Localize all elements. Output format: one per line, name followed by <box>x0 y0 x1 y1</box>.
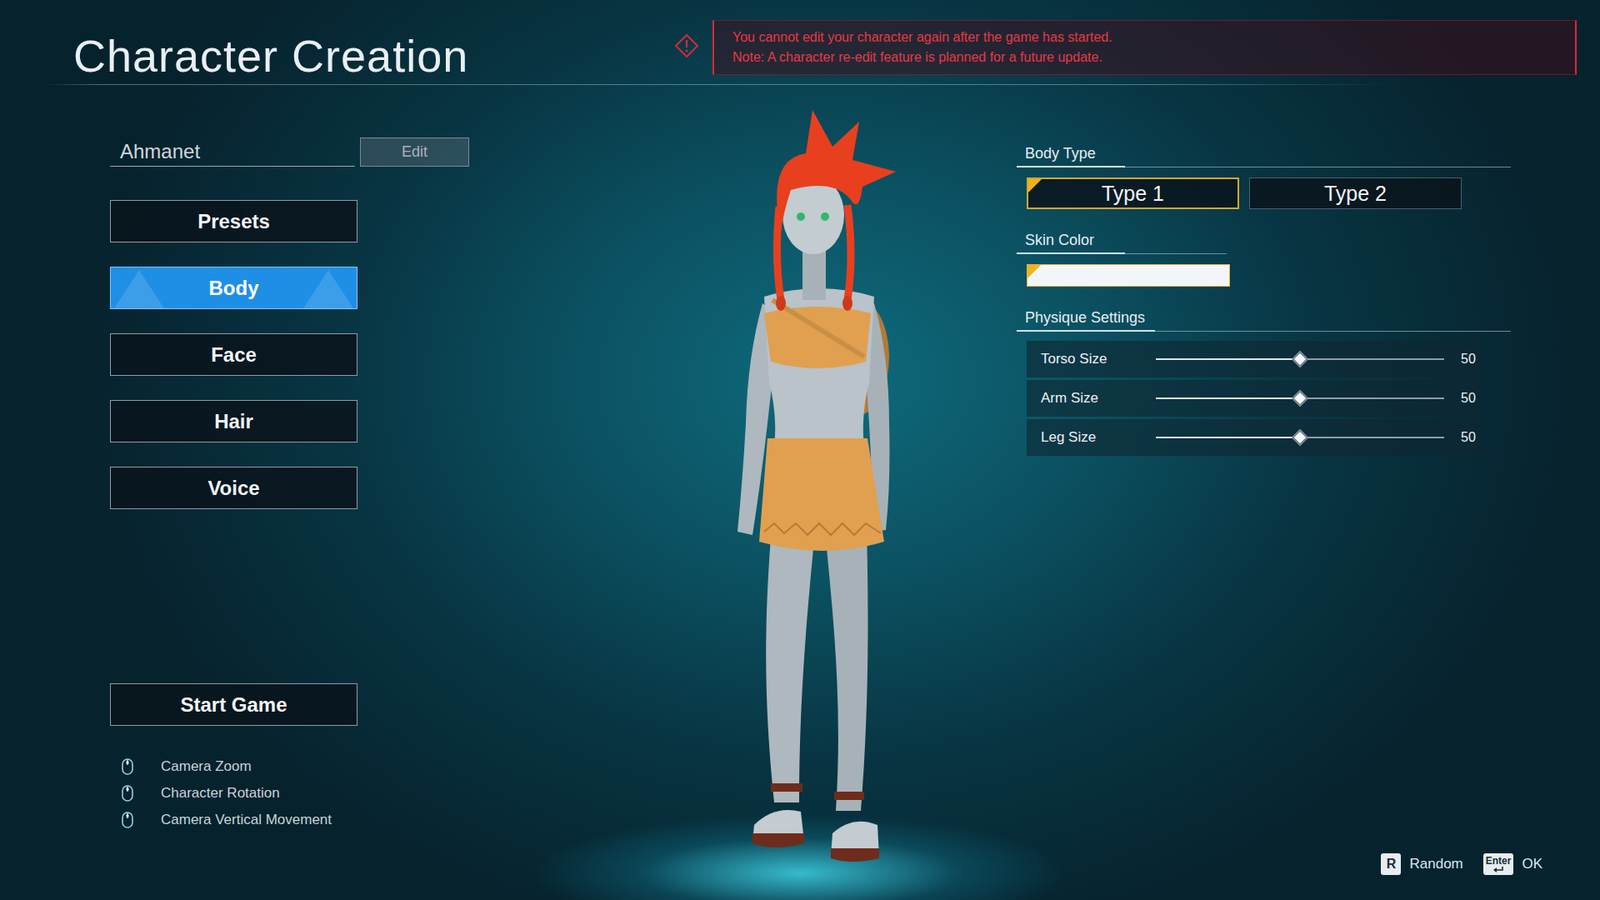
key-text: Enter <box>1485 855 1512 866</box>
keyboard-key: Enter <box>1483 853 1515 875</box>
character-model[interactable] <box>680 106 931 865</box>
warning-icon <box>674 33 700 59</box>
control-hint: Character Rotation <box>110 782 470 805</box>
slider-fill <box>1155 358 1300 360</box>
category-button[interactable]: Face <box>110 333 358 376</box>
header: Character Creation You cannot edit your … <box>0 0 1600 85</box>
body-type-label: Type 1 <box>1101 181 1165 205</box>
category-label: Voice <box>207 476 260 500</box>
category-label: Body <box>209 276 260 300</box>
name-row: AhmanetEdit <box>110 137 470 167</box>
control-hint: Camera Vertical Movement <box>110 809 470 831</box>
control-hint-label: Camera Zoom <box>160 755 252 778</box>
category-button[interactable]: Hair <box>110 400 358 443</box>
body-settings-panel: Body Type Type 1 Type 2 Skin Color Physique … <box>1016 143 1511 456</box>
category-label: Face <box>210 343 257 366</box>
category-button[interactable]: Body <box>110 266 358 310</box>
section-heading-label: Physique Settings <box>1016 307 1155 332</box>
section-heading: Physique Settings <box>1016 307 1511 332</box>
screen-title: Character Creation <box>73 20 469 79</box>
start-game-label: Start Game <box>180 693 287 716</box>
category-label: Presets <box>197 210 270 233</box>
section-heading: Skin Color <box>1016 230 1227 255</box>
main-area: AhmanetEdit Presets Body Face Hair Voice Start… <box>0 85 1600 900</box>
slider-value: 50 <box>1460 388 1476 409</box>
edit-name-button[interactable]: Edit <box>360 137 470 167</box>
key-hints: R Random Enter OK <box>1380 853 1555 875</box>
keyboard-key: R <box>1380 853 1401 875</box>
control-hint: Camera Zoom <box>110 755 470 778</box>
slider-label: Leg Size <box>1040 426 1156 449</box>
mouse-icon <box>119 757 136 776</box>
slider-row: Torso Size 50 <box>1026 340 1482 378</box>
start-game-button[interactable]: Start Game <box>110 683 358 726</box>
preview-area[interactable] <box>470 85 1017 900</box>
header-divider <box>45 84 1396 85</box>
slider-fill <box>1155 397 1300 400</box>
slider-row: Arm Size 50 <box>1026 380 1482 417</box>
body-type-options: Type 1 Type 2 <box>1026 177 1511 210</box>
category-button[interactable]: Presets <box>110 200 358 243</box>
slider-label: Torso Size <box>1040 348 1156 370</box>
control-hint-label: Camera Vertical Movement <box>160 809 332 831</box>
category-label: Hair <box>214 410 254 433</box>
slider-track[interactable] <box>1155 390 1445 406</box>
warning-line: You cannot edit your character again aft… <box>732 27 1562 48</box>
slider-label: Arm Size <box>1040 387 1156 410</box>
character-name-field[interactable]: Ahmanet <box>110 137 355 167</box>
left-menu: AhmanetEdit Presets Body Face Hair Voice Start… <box>0 85 470 900</box>
slider-row: Leg Size 50 <box>1026 419 1482 456</box>
slider-thumb[interactable] <box>1291 429 1309 446</box>
category-menu: Presets Body Face Hair Voice <box>110 200 358 510</box>
section-heading-label: Body Type <box>1016 143 1125 168</box>
settings-column: Body Type Type 1 Type 2 Skin Color Physique … <box>1016 85 1600 900</box>
physique-sliders: Torso Size 50 Arm Size 50 Leg Size 50 <box>1026 340 1482 456</box>
skin-color-picker <box>1026 264 1511 287</box>
key-action-label[interactable]: OK <box>1521 853 1543 875</box>
control-hint-label: Character Rotation <box>160 782 280 805</box>
slider-thumb[interactable] <box>1291 390 1309 407</box>
control-hints: Camera Zoom Character Rotation Camera Vert… <box>110 755 470 831</box>
warning-line: Note: A character re-edit feature is pla… <box>732 47 1562 68</box>
mouse-icon <box>119 810 136 830</box>
slider-fill <box>1155 436 1300 439</box>
body-type-button[interactable]: Type 1 <box>1026 177 1240 210</box>
body-type-label: Type 2 <box>1324 181 1387 205</box>
key-text: R <box>1386 857 1397 871</box>
slider-value: 50 <box>1460 349 1476 370</box>
key-action-label[interactable]: Random <box>1409 853 1463 875</box>
slider-track[interactable] <box>1155 351 1445 367</box>
return-arrow-icon <box>1492 865 1505 874</box>
body-type-button[interactable]: Type 2 <box>1249 177 1462 210</box>
slider-value: 50 <box>1460 427 1476 448</box>
mouse-icon <box>119 784 136 803</box>
section-heading: Body Type <box>1016 143 1511 168</box>
slider-track[interactable] <box>1155 430 1445 445</box>
category-button[interactable]: Voice <box>110 466 358 510</box>
warning-banner: You cannot edit your character again aft… <box>674 20 1577 75</box>
character-creation-screen: Character Creation You cannot edit your … <box>0 0 1600 900</box>
section-heading-label: Skin Color <box>1016 230 1125 255</box>
skin-color-swatch[interactable] <box>1026 264 1230 287</box>
warning-message: You cannot edit your character again aft… <box>712 20 1577 75</box>
slider-thumb[interactable] <box>1291 350 1309 368</box>
